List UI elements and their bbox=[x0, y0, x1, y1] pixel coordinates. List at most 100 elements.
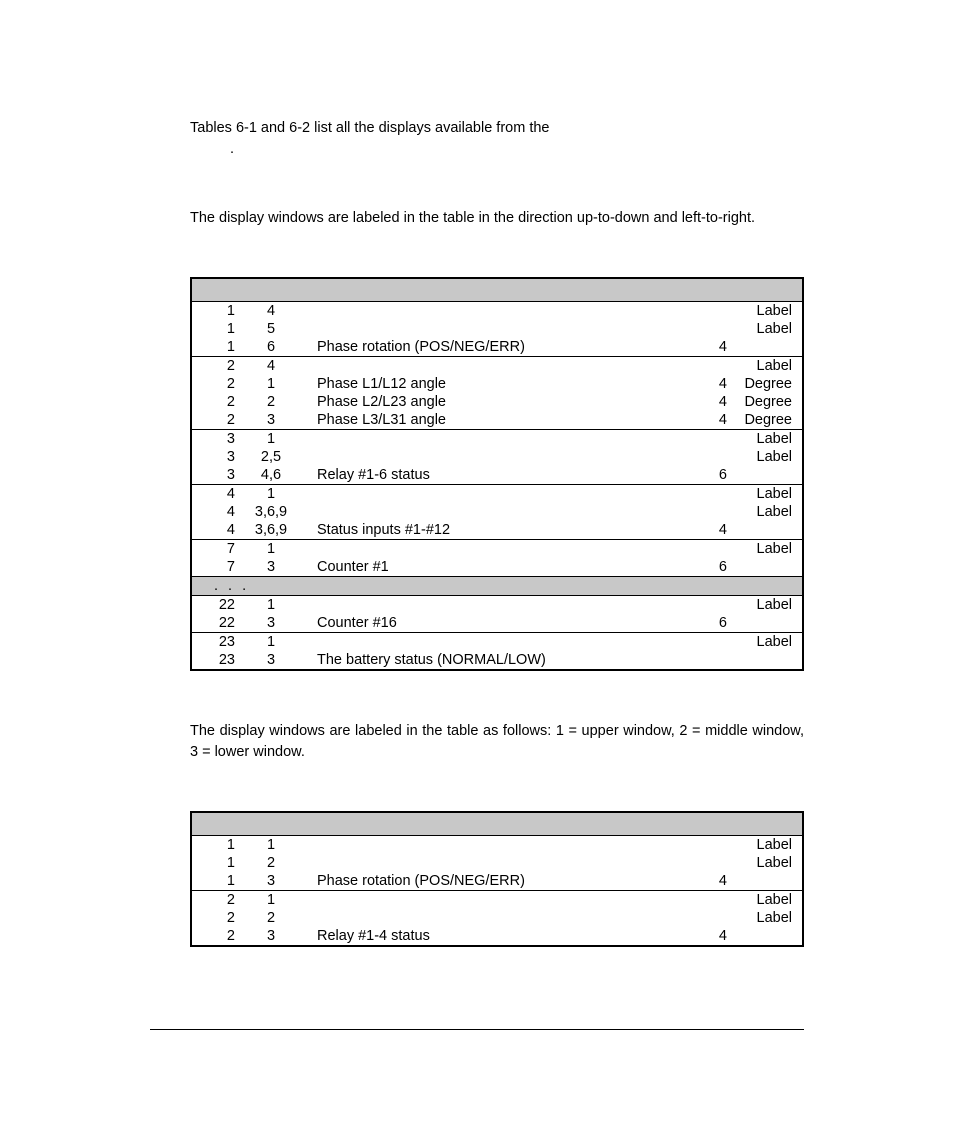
cell-unit: Label bbox=[733, 320, 803, 338]
cell-description bbox=[301, 448, 693, 466]
table-6-2: 11Label12Label13Phase rotation (POS/NEG/… bbox=[190, 811, 804, 947]
table-row: 22Label bbox=[191, 909, 803, 927]
cell-description bbox=[301, 836, 693, 855]
cell-page: 2 bbox=[191, 375, 241, 393]
cell-page: 3 bbox=[191, 430, 241, 449]
cell-unit bbox=[733, 872, 803, 891]
cell-unit: Degree bbox=[733, 411, 803, 430]
cell-number: 4 bbox=[693, 521, 733, 540]
table-6-1-body: 14Label15Label16Phase rotation (POS/NEG/… bbox=[191, 302, 803, 671]
cell-page: 3 bbox=[191, 466, 241, 485]
cell-description bbox=[301, 357, 693, 376]
cell-window: 3,6,9 bbox=[241, 521, 301, 540]
cell-unit: Label bbox=[733, 485, 803, 504]
cell-unit: Degree bbox=[733, 375, 803, 393]
cell-number bbox=[693, 357, 733, 376]
cell-page: 1 bbox=[191, 836, 241, 855]
cell-number bbox=[693, 854, 733, 872]
cell-window: 3 bbox=[241, 411, 301, 430]
cell-number bbox=[693, 448, 733, 466]
cell-description: Counter #16 bbox=[301, 614, 693, 633]
cell-window: 1 bbox=[241, 375, 301, 393]
table-row: 221Label bbox=[191, 596, 803, 615]
cell-description: Phase rotation (POS/NEG/ERR) bbox=[301, 872, 693, 891]
cell-page: 4 bbox=[191, 503, 241, 521]
cell-unit: Label bbox=[733, 909, 803, 927]
cell-unit: Label bbox=[733, 302, 803, 321]
table-row: 22Phase L2/L23 angle4Degree bbox=[191, 393, 803, 411]
table-row: 23Relay #1-4 status4 bbox=[191, 927, 803, 946]
cell-unit: Label bbox=[733, 854, 803, 872]
cell-window: 4,6 bbox=[241, 466, 301, 485]
table-row: 14Label bbox=[191, 302, 803, 321]
table-6-2-header bbox=[191, 812, 803, 836]
cell-unit bbox=[733, 338, 803, 357]
cell-window: 3 bbox=[241, 872, 301, 891]
table-6-2-body: 11Label12Label13Phase rotation (POS/NEG/… bbox=[191, 836, 803, 947]
cell-description bbox=[301, 430, 693, 449]
cell-unit: Label bbox=[733, 596, 803, 615]
intro-paragraph-1: Tables 6-1 and 6-2 list all the displays… bbox=[190, 118, 804, 160]
cell-page: 2 bbox=[191, 357, 241, 376]
cell-description bbox=[301, 596, 693, 615]
cell-number bbox=[693, 909, 733, 927]
table-row: 43,6,9Status inputs #1-#124 bbox=[191, 521, 803, 540]
cell-window: 4 bbox=[241, 357, 301, 376]
table-row: 41Label bbox=[191, 485, 803, 504]
cell-window: 3 bbox=[241, 614, 301, 633]
cell-number bbox=[693, 836, 733, 855]
table-row: 233The battery status (NORMAL/LOW) bbox=[191, 651, 803, 670]
cell-number: 6 bbox=[693, 466, 733, 485]
cell-number: 6 bbox=[693, 558, 733, 577]
cell-number: 4 bbox=[693, 411, 733, 430]
cell-unit: Label bbox=[733, 503, 803, 521]
cell-description bbox=[301, 302, 693, 321]
table-row: 23Phase L3/L31 angle4Degree bbox=[191, 411, 803, 430]
cell-number: 4 bbox=[693, 872, 733, 891]
cell-description bbox=[301, 891, 693, 910]
table-row: 21Label bbox=[191, 891, 803, 910]
cell-page: 2 bbox=[191, 927, 241, 946]
cell-page: 1 bbox=[191, 302, 241, 321]
table-row: 13Phase rotation (POS/NEG/ERR)4 bbox=[191, 872, 803, 891]
table-row: 32,5Label bbox=[191, 448, 803, 466]
table-row: 21Phase L1/L12 angle4Degree bbox=[191, 375, 803, 393]
cell-window: 1 bbox=[241, 836, 301, 855]
table-row: 16Phase rotation (POS/NEG/ERR)4 bbox=[191, 338, 803, 357]
cell-unit bbox=[733, 521, 803, 540]
table-row: 71Label bbox=[191, 540, 803, 559]
cell-description: Counter #1 bbox=[301, 558, 693, 577]
cell-unit: Label bbox=[733, 357, 803, 376]
cell-number: 4 bbox=[693, 338, 733, 357]
cell-description: Phase L3/L31 angle bbox=[301, 411, 693, 430]
cell-description bbox=[301, 633, 693, 652]
table-row: 34,6Relay #1-6 status6 bbox=[191, 466, 803, 485]
cell-number bbox=[693, 485, 733, 504]
cell-page: 4 bbox=[191, 521, 241, 540]
cell-unit bbox=[733, 651, 803, 670]
cell-page: 2 bbox=[191, 393, 241, 411]
cell-number: 4 bbox=[693, 927, 733, 946]
cell-page: 22 bbox=[191, 614, 241, 633]
cell-description bbox=[301, 320, 693, 338]
cell-window: 1 bbox=[241, 485, 301, 504]
cell-unit bbox=[733, 927, 803, 946]
cell-number: 4 bbox=[693, 375, 733, 393]
cell-description bbox=[301, 909, 693, 927]
intro-paragraph-2: The display windows are labeled in the t… bbox=[190, 208, 804, 229]
cell-description: Phase L1/L12 angle bbox=[301, 375, 693, 393]
cell-number: 4 bbox=[693, 393, 733, 411]
cell-page: 1 bbox=[191, 872, 241, 891]
cell-window: 1 bbox=[241, 596, 301, 615]
ellipsis: . . . bbox=[198, 578, 249, 594]
cell-page: 1 bbox=[191, 320, 241, 338]
cell-window: 2 bbox=[241, 854, 301, 872]
table-row: 73Counter #16 bbox=[191, 558, 803, 577]
table-row: 231Label bbox=[191, 633, 803, 652]
cell-description: The battery status (NORMAL/LOW) bbox=[301, 651, 693, 670]
table-row: 43,6,9 Label bbox=[191, 503, 803, 521]
cell-window: 3,6,9 bbox=[241, 503, 301, 521]
cell-unit bbox=[733, 558, 803, 577]
cell-window: 1 bbox=[241, 633, 301, 652]
cell-window: 5 bbox=[241, 320, 301, 338]
